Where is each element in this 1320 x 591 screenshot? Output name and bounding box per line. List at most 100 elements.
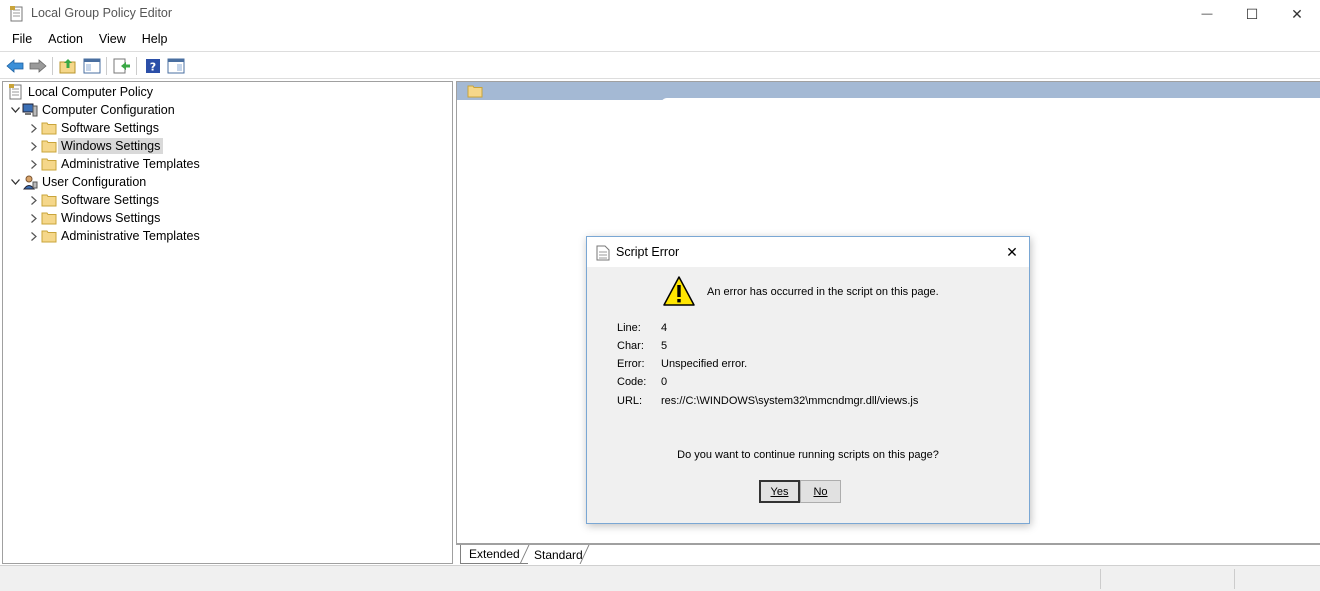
chevron-right-icon[interactable] [27,227,41,245]
url-value: res://C:\WINDOWS\system32\mmcndmgr.dll/v… [661,395,919,407]
dialog-title-bar: Script Error ✕ [587,237,1029,267]
export-list-icon [113,58,130,74]
show-hide-console-tree-button[interactable] [82,56,102,76]
close-window-button[interactable]: ✕ [1274,0,1320,28]
chevron-down-icon[interactable] [8,101,22,119]
folder-icon [41,194,57,207]
tree-item-computer-administrative-templates[interactable]: Administrative Templates [27,155,203,173]
help-icon: ? [146,59,160,74]
svg-text:?: ? [150,61,156,74]
tree-item-label: Administrative Templates [61,229,200,243]
status-separator [1100,569,1101,589]
char-value: 5 [661,340,668,352]
chevron-right-icon[interactable] [27,155,41,173]
tree-item-label: Computer Configuration [42,103,175,117]
url-label: URL: [617,395,643,407]
tree-item-label: Windows Settings [61,211,161,225]
user-icon [23,175,38,190]
script-error-dialog: Script Error ✕ An error has occurred in … [586,236,1030,524]
warning-icon [663,276,695,306]
close-icon: ✕ [1291,5,1303,22]
yes-button-label: Yes [770,485,789,498]
folder-icon [41,122,57,135]
line-label: Line: [617,322,641,334]
no-button-label: No [813,485,828,498]
tree-item-label-selected: Windows Settings [58,138,164,154]
header-curve [661,98,1320,104]
details-header-band [457,82,1320,104]
policy-document-icon [9,84,22,100]
forward-arrow-icon [29,59,47,73]
tree-item-local-computer-policy[interactable]: Local Computer Policy [8,83,156,101]
menu-action[interactable]: Action [40,28,91,50]
dialog-title: Script Error [616,245,680,259]
console-tree: Local Computer Policy Computer Configura… [2,81,453,564]
forward-button[interactable] [28,56,48,76]
chevron-right-icon[interactable] [27,209,41,227]
no-button[interactable]: No [800,480,841,503]
maximize-icon: ☐ [1245,5,1259,22]
tree-item-user-administrative-templates[interactable]: Administrative Templates [27,227,203,245]
menu-help[interactable]: Help [134,28,176,50]
folder-icon [41,212,57,225]
folder-up-icon [59,59,76,74]
char-label: Char: [617,340,644,352]
tree-item-label: Software Settings [61,193,159,207]
help-button[interactable]: ? [143,56,163,76]
close-icon: ✕ [1006,243,1018,260]
tree-item-computer-windows-settings[interactable]: Windows Settings [27,137,164,155]
chevron-right-icon[interactable] [27,119,41,137]
tree-item-computer-configuration[interactable]: Computer Configuration [8,101,178,119]
minimize-button[interactable]: — [1184,0,1230,28]
tree-item-user-software-settings[interactable]: Software Settings [27,191,162,209]
policy-editor-app-icon [10,6,23,22]
tree-item-computer-software-settings[interactable]: Software Settings [27,119,162,137]
chevron-right-icon[interactable] [27,137,41,155]
error-label: Error: [617,358,645,370]
toolbar-separator [136,57,137,75]
menu-view[interactable]: View [91,28,134,50]
code-label: Code: [617,376,647,388]
menu-file[interactable]: File [4,28,40,50]
folder-icon [41,158,57,171]
show-action-pane-button[interactable] [166,56,186,76]
dialog-close-button[interactable]: ✕ [1001,241,1023,263]
toolbar-separator [52,57,53,75]
tree-item-label: User Configuration [42,175,147,189]
chevron-down-icon[interactable] [8,173,22,191]
up-one-level-button[interactable] [58,56,78,76]
tree-item-label: Software Settings [61,121,159,135]
tree-item-user-windows-settings[interactable]: Windows Settings [27,209,163,227]
minimize-icon: — [1201,8,1213,20]
export-list-button[interactable] [112,56,132,76]
menu-bar: File Action View Help [0,28,1320,50]
continue-question: Do you want to continue running scripts … [677,449,939,461]
tree-item-label: Local Computer Policy [28,85,154,99]
yes-button[interactable]: Yes [759,480,800,503]
back-arrow-icon [6,59,24,73]
window-title: Local Group Policy Editor [31,6,173,20]
maximize-button[interactable]: ☐ [1229,0,1275,28]
toolbar-separator [106,57,107,75]
status-separator [1234,569,1235,589]
title-bar: Local Group Policy Editor — ☐ ✕ [0,0,1320,28]
tree-item-label: Administrative Templates [61,157,200,171]
computer-icon [22,103,38,117]
chevron-right-icon[interactable] [27,191,41,209]
code-value: 0 [661,376,668,388]
error-message: An error has occurred in the script on t… [707,286,939,298]
error-value: Unspecified error. [661,358,748,370]
line-value: 4 [661,322,668,334]
tab-label: Standard [534,547,583,562]
folder-icon [41,230,57,243]
folder-icon [41,140,57,153]
tab-extended[interactable]: Extended [460,545,528,564]
status-bar [0,565,1320,591]
action-pane-icon [167,58,185,74]
tree-item-user-configuration[interactable]: User Configuration [8,173,149,191]
script-page-icon [596,245,610,261]
console-tree-icon [83,58,101,74]
view-tabs: Extended Standard [456,544,1320,564]
folder-icon [467,85,483,98]
back-button[interactable] [5,56,25,76]
